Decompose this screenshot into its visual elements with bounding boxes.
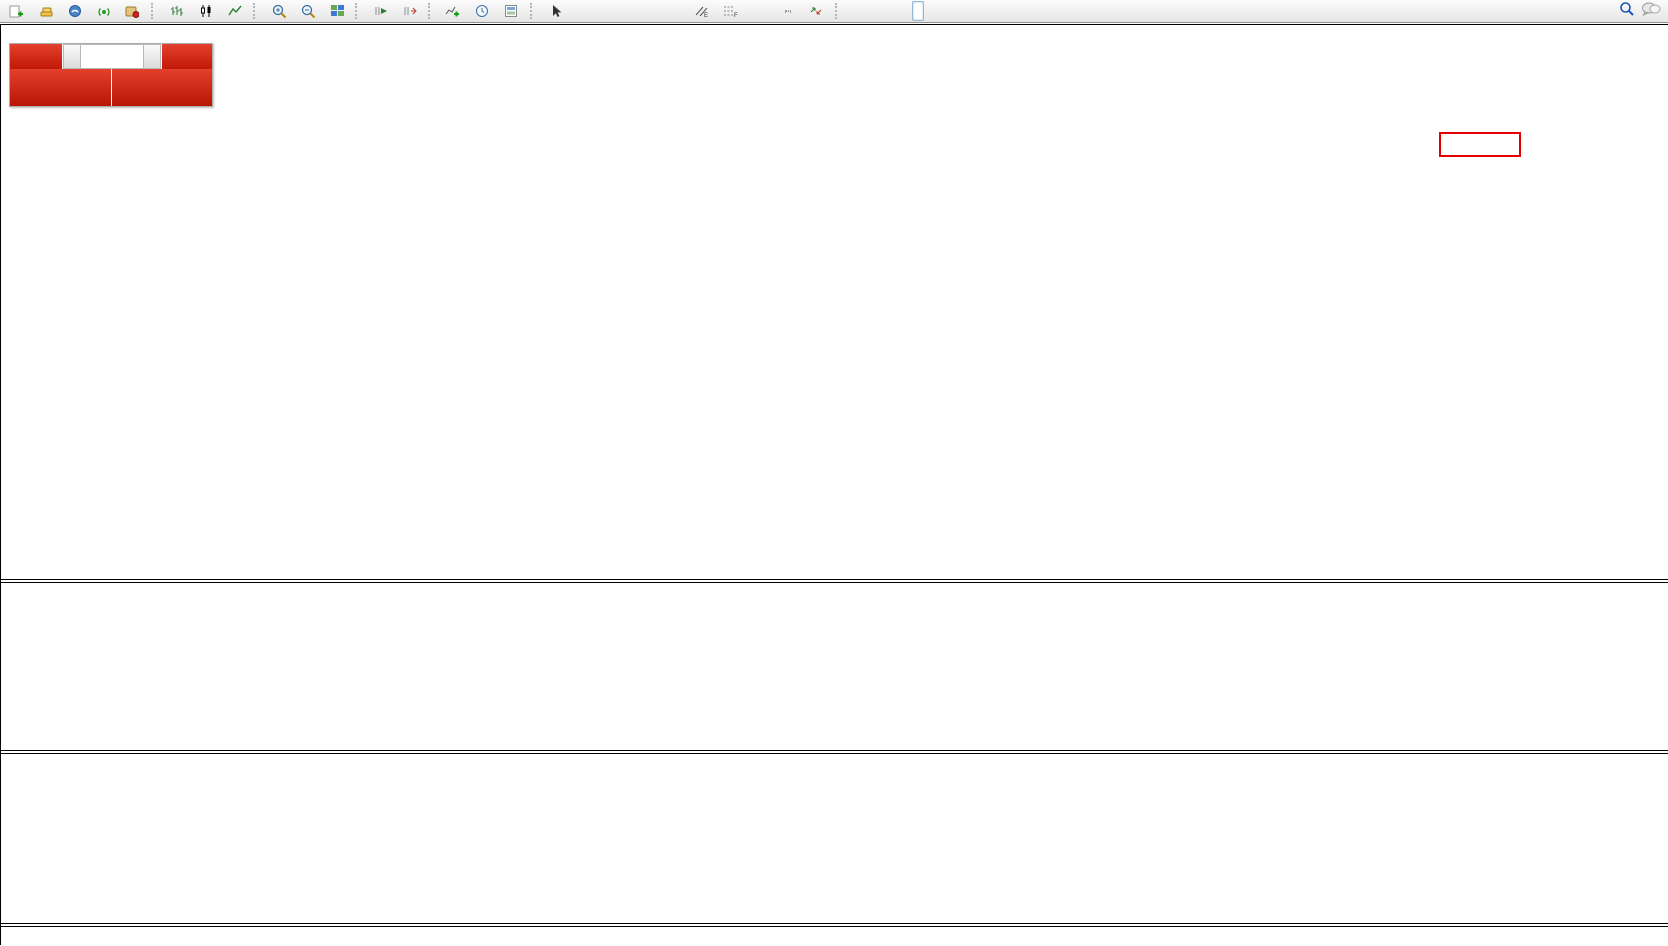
toolbar-separator bbox=[151, 3, 159, 19]
price-level-callout[interactable] bbox=[1439, 132, 1521, 157]
crosshair-tool-button[interactable] bbox=[571, 0, 599, 22]
fibonacci-icon: F bbox=[723, 4, 738, 18]
timeframe-mn[interactable] bbox=[951, 1, 963, 21]
sell-button[interactable] bbox=[10, 44, 63, 69]
tile-windows-icon bbox=[330, 4, 345, 18]
chart-symbol-title bbox=[7, 29, 11, 41]
cursor-icon bbox=[550, 4, 562, 18]
label-tool-button[interactable] bbox=[774, 0, 802, 22]
indicators-button[interactable] bbox=[440, 0, 468, 22]
gold-icon bbox=[39, 4, 54, 18]
channel-tool-button[interactable]: E bbox=[687, 0, 715, 22]
arrows-tool-button[interactable] bbox=[803, 0, 831, 22]
toolbar-separator bbox=[355, 3, 363, 19]
candlestick-chart-button[interactable] bbox=[192, 0, 220, 22]
auto-trading-icon bbox=[125, 4, 139, 18]
sell-price-quote[interactable] bbox=[10, 69, 112, 106]
trendline-tool-button[interactable] bbox=[658, 0, 686, 22]
search-icon[interactable] bbox=[1619, 1, 1635, 22]
text-tool-button[interactable] bbox=[745, 0, 773, 22]
volume-increase-button[interactable] bbox=[143, 44, 161, 69]
zoom-in-icon bbox=[272, 4, 287, 19]
chart-window[interactable] bbox=[0, 24, 1668, 945]
line-chart-button[interactable] bbox=[221, 0, 249, 22]
chart-canvas bbox=[1, 25, 1668, 946]
chat-icon[interactable] bbox=[1641, 1, 1661, 22]
label-icon bbox=[785, 10, 791, 12]
clock-icon bbox=[475, 4, 489, 18]
buy-price-quote[interactable] bbox=[112, 69, 213, 106]
fibonacci-tool-button[interactable]: F bbox=[716, 0, 744, 22]
arrows-icon bbox=[809, 4, 823, 18]
zoom-in-button[interactable] bbox=[265, 0, 293, 22]
auto-trading-button[interactable] bbox=[119, 0, 147, 22]
market-watch-button[interactable] bbox=[32, 0, 60, 22]
zoom-out-button[interactable] bbox=[294, 0, 322, 22]
pane-separator-timeaxis bbox=[1, 923, 1668, 927]
main-toolbar: E F bbox=[0, 0, 1668, 23]
profile-button[interactable] bbox=[61, 0, 89, 22]
channel-icon: E bbox=[694, 4, 709, 18]
auto-scroll-icon bbox=[374, 4, 388, 18]
template-icon bbox=[504, 4, 518, 18]
svg-text:F: F bbox=[734, 13, 738, 18]
new-order-icon bbox=[9, 4, 23, 18]
timeframe-h1[interactable] bbox=[899, 1, 911, 21]
tile-windows-button[interactable] bbox=[323, 0, 351, 22]
bar-chart-icon bbox=[170, 4, 184, 18]
new-order-button[interactable] bbox=[3, 0, 31, 22]
indicators-add-icon bbox=[445, 4, 460, 18]
toolbar-separator bbox=[835, 3, 843, 19]
timeframe-d1[interactable] bbox=[925, 1, 937, 21]
timeframe-m5[interactable] bbox=[860, 1, 872, 21]
templates-button[interactable] bbox=[498, 0, 526, 22]
bar-chart-button[interactable] bbox=[163, 0, 191, 22]
line-chart-icon bbox=[228, 4, 242, 18]
toolbar-separator bbox=[428, 3, 436, 19]
zoom-out-icon bbox=[301, 4, 316, 19]
timeframe-h4[interactable] bbox=[912, 1, 924, 21]
pane-separator-macd[interactable] bbox=[1, 579, 1668, 583]
volume-decrease-button[interactable] bbox=[63, 44, 81, 69]
chart-shift-button[interactable] bbox=[396, 0, 424, 22]
auto-scroll-button[interactable] bbox=[367, 0, 395, 22]
pane-separator-rsi[interactable] bbox=[1, 750, 1668, 754]
toolbar-separator bbox=[253, 3, 261, 19]
svg-text:E: E bbox=[704, 13, 708, 18]
timeframe-m1[interactable] bbox=[847, 1, 859, 21]
monitor-icon bbox=[68, 4, 82, 18]
timeframe-w1[interactable] bbox=[938, 1, 950, 21]
timeframe-m30[interactable] bbox=[886, 1, 898, 21]
candlestick-chart-icon bbox=[199, 4, 213, 18]
buy-button[interactable] bbox=[161, 44, 212, 69]
horizontal-line-tool-button[interactable] bbox=[629, 0, 657, 22]
chart-shift-icon bbox=[403, 4, 417, 18]
one-click-trading-panel bbox=[9, 43, 213, 107]
vertical-line-tool-button[interactable] bbox=[600, 0, 628, 22]
periods-button[interactable] bbox=[469, 0, 497, 22]
signals-button[interactable] bbox=[90, 0, 118, 22]
cursor-tool-button[interactable] bbox=[542, 0, 570, 22]
signal-icon bbox=[97, 4, 111, 18]
timeframe-m15[interactable] bbox=[873, 1, 885, 21]
toolbar-separator bbox=[530, 3, 538, 19]
volume-input[interactable] bbox=[81, 44, 143, 69]
